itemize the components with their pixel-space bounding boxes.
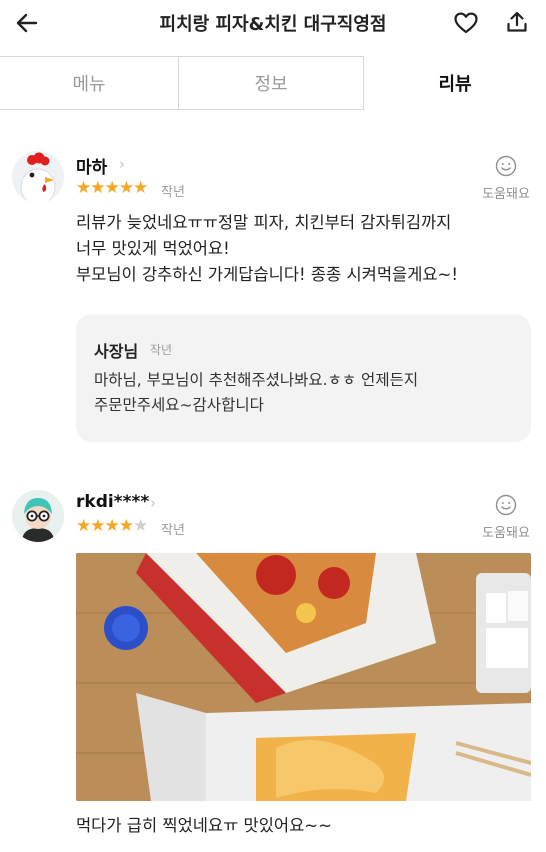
- helpful-button[interactable]: 도움돼요: [478, 155, 534, 202]
- share-icon[interactable]: [505, 10, 529, 34]
- tab-reviews[interactable]: 리뷰: [364, 56, 546, 110]
- reply-text: 마하님, 부모님이 추천해주셨나봐요.ㅎㅎ 언제든지 주문만주세요~감사합니다: [94, 368, 514, 418]
- reviewer-name[interactable]: rkdi****: [76, 492, 149, 512]
- reviewer-name[interactable]: 마하: [76, 153, 107, 178]
- smile-icon: [495, 155, 517, 181]
- smile-icon: [495, 494, 517, 520]
- rating-stars: ★★★★★: [76, 178, 148, 198]
- review-text-line: 리뷰가 늦었네요ㅠㅠ정말 피자, 치킨부터 감자튀김까지: [76, 213, 452, 232]
- review-date: 작년: [161, 185, 185, 200]
- arrow-left-icon[interactable]: [14, 10, 40, 36]
- review-photo[interactable]: [76, 553, 531, 801]
- chevron-right-icon[interactable]: ›: [119, 155, 125, 173]
- filled-stars: ★★★★★: [76, 178, 148, 198]
- helpful-label: 도움돼요: [482, 526, 530, 541]
- chevron-right-icon[interactable]: ›: [150, 494, 156, 512]
- helpful-label: 도움돼요: [482, 187, 530, 202]
- page-title: 피치랑 피자&치킨 대구직영점: [159, 14, 387, 35]
- top-bar: 피치랑 피자&치킨 대구직영점: [0, 0, 546, 48]
- rating-stars: ★★★★★: [76, 516, 148, 536]
- avatar[interactable]: [12, 490, 64, 542]
- filled-stars: ★★★★: [76, 516, 134, 536]
- avatar[interactable]: [12, 151, 64, 203]
- helpful-button[interactable]: 도움돼요: [478, 494, 534, 541]
- review-text-line: 먹다가 급히 찍었네요ㅠ 맛있어요~~: [76, 816, 332, 835]
- review-text: 먹다가 급히 찍었네요ㅠ 맛있어요~~: [76, 813, 532, 839]
- review-date: 작년: [161, 523, 185, 538]
- tab-info[interactable]: 정보: [178, 56, 364, 110]
- reply-text-line: 주문만주세요~감사합니다: [94, 396, 264, 414]
- review-text: 리뷰가 늦었네요ㅠㅠ정말 피자, 치킨부터 감자튀김까지 너무 맛있게 먹었어요…: [76, 210, 532, 288]
- reply-date: 작년: [150, 343, 173, 357]
- heart-icon[interactable]: [454, 12, 478, 34]
- reply-text-line: 마하님, 부모님이 추천해주셨나봐요.ㅎㅎ 언제든지: [94, 371, 419, 389]
- review-text-line: 너무 맛있게 먹었어요!: [76, 239, 230, 258]
- tab-menu[interactable]: 메뉴: [0, 56, 179, 110]
- empty-stars: ★: [132, 516, 148, 536]
- owner-reply: 사장님 작년 마하님, 부모님이 추천해주셨나봐요.ㅎㅎ 언제든지 주문만주세요…: [76, 314, 531, 442]
- reply-author: 사장님: [94, 342, 139, 361]
- review-text-line: 부모님이 강추하신 가게답습니다! 종종 시켜먹을게요~!: [76, 265, 458, 284]
- tab-bar: 메뉴 정보 리뷰: [0, 56, 546, 110]
